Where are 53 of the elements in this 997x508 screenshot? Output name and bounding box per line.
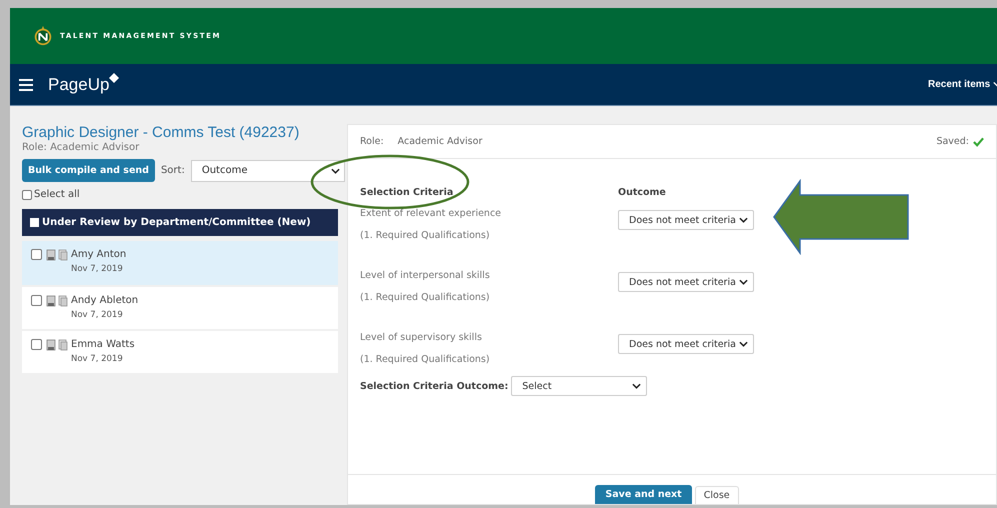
candidate-row[interactable]: Andy Ableton Nov 7, 2019 bbox=[22, 287, 338, 329]
job-role: Role: Academic Advisor bbox=[22, 142, 140, 153]
chevron-down-icon bbox=[739, 217, 748, 223]
candidate-name: Amy Anton bbox=[71, 249, 126, 260]
documents-icon bbox=[46, 339, 68, 351]
overall-outcome-label: Selection Criteria Outcome: bbox=[360, 380, 508, 392]
job-title: Graphic Designer - Comms Test (492237) bbox=[22, 124, 300, 141]
role-value: Academic Advisor bbox=[398, 136, 482, 147]
criterion-name: Extent of relevant experience bbox=[360, 208, 502, 219]
criterion-name: Level of interpersonal skills bbox=[360, 270, 491, 281]
rating-dropdown[interactable]: Does not meet criteria bbox=[618, 334, 754, 354]
chevron-down-icon bbox=[331, 168, 340, 174]
candidate-checkbox[interactable] bbox=[31, 339, 42, 350]
rating-dropdown[interactable]: Does not meet criteria bbox=[618, 210, 754, 230]
criteria-heading: Selection Criteria bbox=[360, 187, 454, 198]
candidate-date: Nov 7, 2019 bbox=[71, 264, 124, 274]
select-all-label: Select all bbox=[34, 189, 80, 200]
chevron-down-icon bbox=[739, 279, 748, 285]
brand-logo[interactable]: PageUp bbox=[48, 74, 110, 94]
overall-outcome-dropdown[interactable]: Select bbox=[511, 376, 648, 396]
candidate-row[interactable]: Emma Watts Nov 7, 2019 bbox=[22, 331, 338, 373]
documents-icon bbox=[46, 295, 68, 307]
bulk-compile-button[interactable]: Bulk compile and send bbox=[22, 159, 155, 182]
role-label: Role: bbox=[360, 136, 384, 147]
sort-label: Sort: bbox=[160, 165, 185, 176]
criterion-name: Level of supervisory skills bbox=[360, 332, 483, 343]
criterion-category: (1. Required Qualifications) bbox=[360, 354, 491, 365]
documents-icon bbox=[46, 249, 68, 261]
candidate-date: Nov 7, 2019 bbox=[71, 354, 124, 364]
group-checkbox[interactable] bbox=[30, 218, 39, 227]
compass-logo-icon bbox=[32, 24, 54, 48]
sort-dropdown[interactable]: Outcome bbox=[190, 160, 345, 182]
recent-items-menu[interactable]: Recent items bbox=[928, 79, 997, 90]
rating-dropdown[interactable]: Does not meet criteria bbox=[618, 272, 754, 292]
saved-status: Saved: bbox=[936, 136, 969, 147]
checkmark-icon bbox=[973, 136, 984, 146]
criterion-category: (1. Required Qualifications) bbox=[360, 230, 491, 241]
criterion-category: (1. Required Qualifications) bbox=[360, 292, 491, 303]
select-all-checkbox[interactable] bbox=[22, 190, 32, 200]
candidate-name: Andy Ableton bbox=[71, 295, 138, 306]
menu-icon[interactable] bbox=[19, 78, 33, 90]
candidate-row[interactable]: Amy Anton Nov 7, 2019 bbox=[22, 241, 338, 285]
group-title: Under Review by Department/Committee (New) bbox=[42, 217, 311, 228]
chevron-down-icon bbox=[632, 383, 642, 389]
chevron-down-icon bbox=[739, 341, 748, 347]
candidate-checkbox[interactable] bbox=[31, 295, 42, 306]
candidate-checkbox[interactable] bbox=[31, 249, 42, 260]
close-button[interactable]: Close bbox=[694, 486, 739, 504]
candidate-date: Nov 7, 2019 bbox=[71, 310, 124, 320]
diamond-icon bbox=[109, 73, 120, 83]
save-button[interactable]: Save and next bbox=[595, 485, 692, 504]
outcome-heading: Outcome bbox=[618, 187, 667, 198]
candidate-name: Emma Watts bbox=[71, 339, 135, 350]
